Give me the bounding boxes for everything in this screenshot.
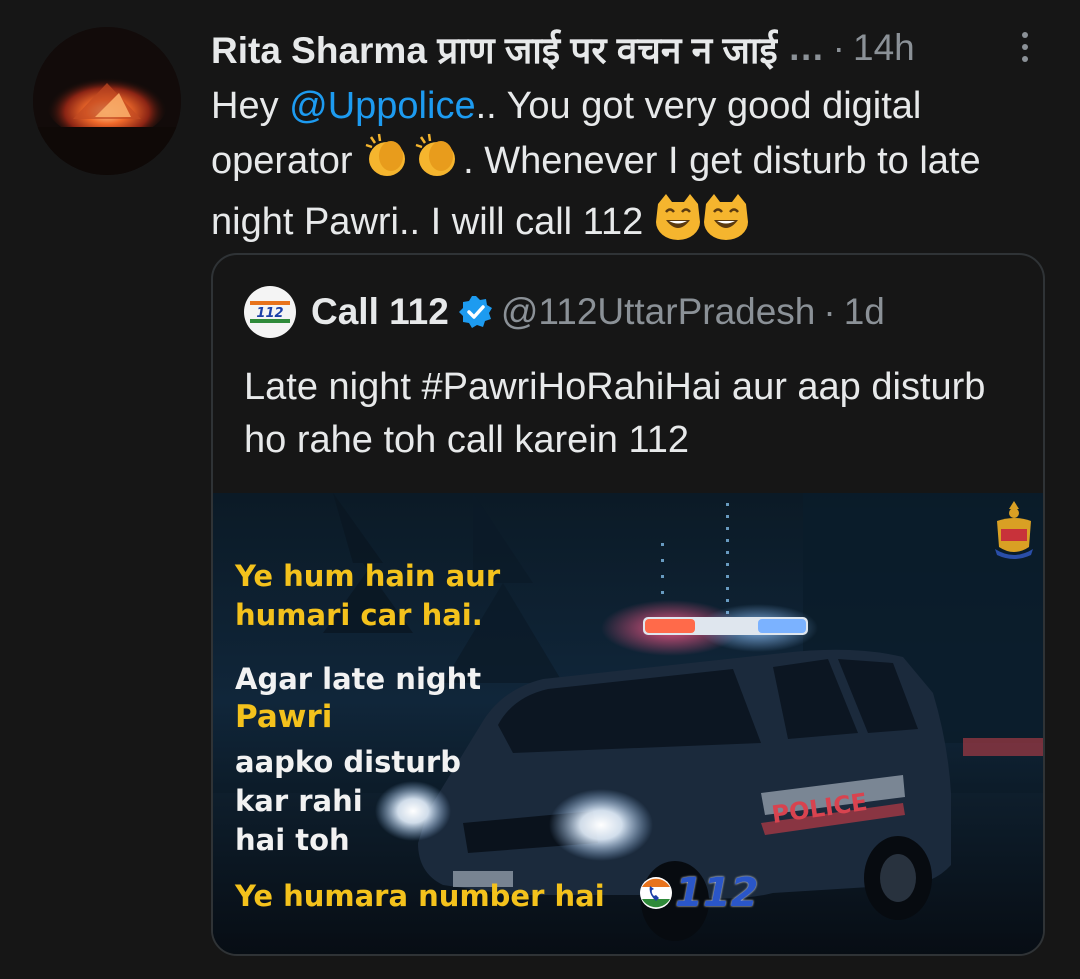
quoted-tweet-text: Late night #PawriHoRahiHai aur aap distu… (244, 366, 986, 461)
quoted-author-name[interactable]: Call 112 (311, 291, 449, 333)
poster-line-1a: Ye hum hain aur (235, 559, 501, 593)
poster-line-1b: humari car hai. (235, 598, 483, 632)
author-name[interactable]: Rita Sharma प्राण जाई पर वचन न जाई (211, 23, 778, 74)
poster-line-4c: hai toh (235, 823, 350, 857)
quoted-header-separator: · (823, 291, 836, 332)
tweet-header: Rita Sharma प्राण जाई पर वचन न जाई … · 1… (211, 24, 1041, 72)
quoted-author-avatar[interactable]: 112 (244, 286, 296, 338)
svg-text:112: 112 (256, 306, 283, 321)
tweet-timestamp[interactable]: 14h (853, 27, 915, 69)
quoted-tweet-card[interactable]: 112 Call 112 @112UttarPradesh · 1d Late … (211, 253, 1045, 956)
call-112-logo: 112 (639, 870, 759, 916)
call-112-number: 112 (675, 870, 759, 916)
phone-icon (640, 877, 672, 909)
poster-line-4b: kar rahi (235, 784, 363, 818)
name-truncation: … (787, 27, 825, 68)
poster-line-2: Agar late night (235, 662, 482, 696)
poster-line-4a: aapko disturb (235, 745, 461, 779)
call112-logo-icon: 112 (250, 301, 290, 323)
more-options-icon[interactable] (1015, 28, 1035, 68)
header-separator: · (832, 27, 845, 68)
tweet-text-hey: Hey (211, 85, 290, 127)
mention-link[interactable]: @Uppolice (289, 85, 475, 127)
quoted-tweet-media[interactable]: POLICE Ye hum hain aur humari car hai. A… (213, 493, 1043, 954)
verified-badge-icon (458, 295, 493, 329)
poster-line-1: Ye hum hain aur humari car hai. (235, 557, 500, 635)
tweet-text: Hey @Uppolice.. You got very good digita… (211, 80, 1051, 255)
quoted-author-handle[interactable]: @112UttarPradesh (501, 291, 816, 333)
quoted-tweet-header: 112 Call 112 @112UttarPradesh · 1d (244, 285, 885, 339)
clapping-hands-icon (363, 133, 463, 194)
poster-line-5: Ye humara number hai (235, 879, 605, 913)
poster-line-3: Pawri (235, 699, 333, 735)
poster-line-4: aapko disturb kar rahi hai toh (235, 743, 461, 860)
up-police-emblem-icon (991, 499, 1037, 564)
quoted-tweet-timestamp[interactable]: 1d (844, 291, 885, 333)
author-avatar[interactable] (33, 27, 181, 175)
grinning-cat-icon (654, 194, 752, 255)
